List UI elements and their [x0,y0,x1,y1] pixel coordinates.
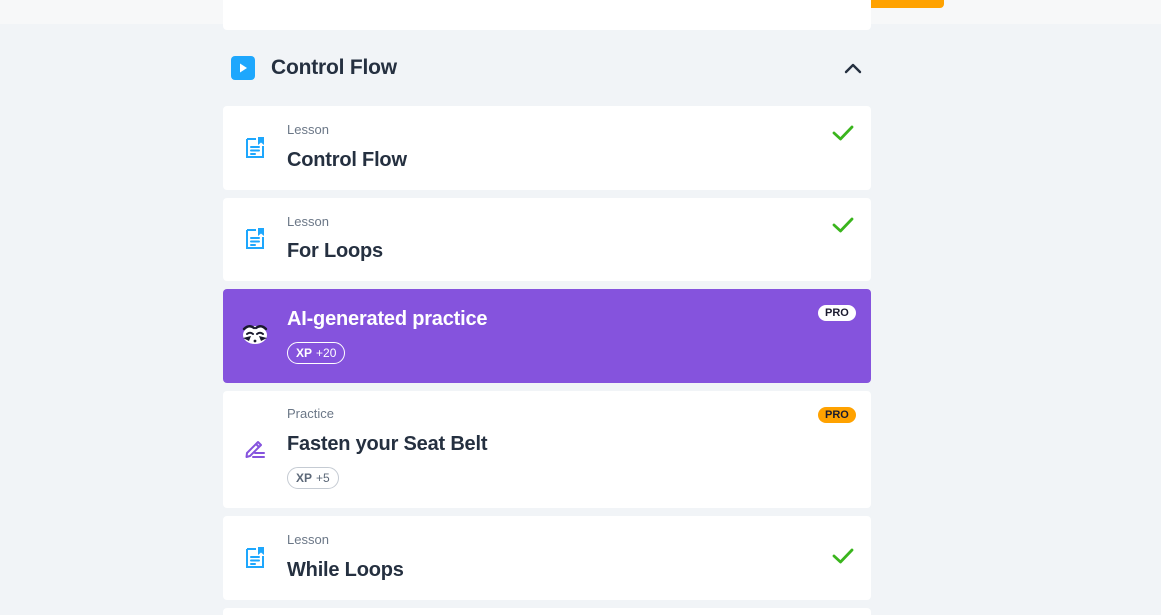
lesson-card-while-loops[interactable]: Lesson While Loops [223,516,871,600]
next-item-card[interactable] [223,608,871,615]
previous-item-card[interactable] [223,0,871,30]
checkmark-icon [832,125,854,141]
xp-value: +20 [316,346,337,360]
collapse-section-button[interactable] [839,56,867,80]
checkmark-icon [832,548,854,564]
item-kind: Lesson [287,122,329,137]
lesson-card-for-loops[interactable]: Lesson For Loops [223,198,871,281]
item-kind: Lesson [287,214,329,229]
xp-badge: XP +20 [287,342,346,364]
item-title: For Loops [287,240,383,262]
document-icon [246,228,264,249]
lesson-card-control-flow[interactable]: Lesson Control Flow [223,106,871,190]
item-kind: Lesson [287,532,329,547]
chevron-up-icon [844,63,862,74]
play-icon [231,56,255,80]
pro-badge: PRO [818,305,856,321]
item-kind: Practice [287,406,334,421]
pro-badge: PRO [818,407,856,423]
checkmark-icon [832,217,854,233]
pencil-icon [245,441,265,458]
item-title: Control Flow [287,149,407,171]
document-icon [246,547,264,568]
xp-label: XP [296,346,313,360]
section-header[interactable]: Control Flow [223,44,871,92]
item-title: AI-generated practice [287,308,488,330]
section-title: Control Flow [271,56,397,79]
item-title: While Loops [287,559,404,581]
document-icon [246,137,264,158]
xp-badge: XP +5 [287,467,339,489]
ai-mascot-icon [242,325,268,344]
practice-card-fasten-seat-belt[interactable]: Practice Fasten your Seat Belt XP +5 PRO [223,391,871,508]
xp-value: +5 [316,471,330,485]
ai-practice-card[interactable]: AI-generated practice XP +20 PRO [223,289,871,383]
item-title: Fasten your Seat Belt [287,433,488,455]
xp-label: XP [296,471,313,485]
